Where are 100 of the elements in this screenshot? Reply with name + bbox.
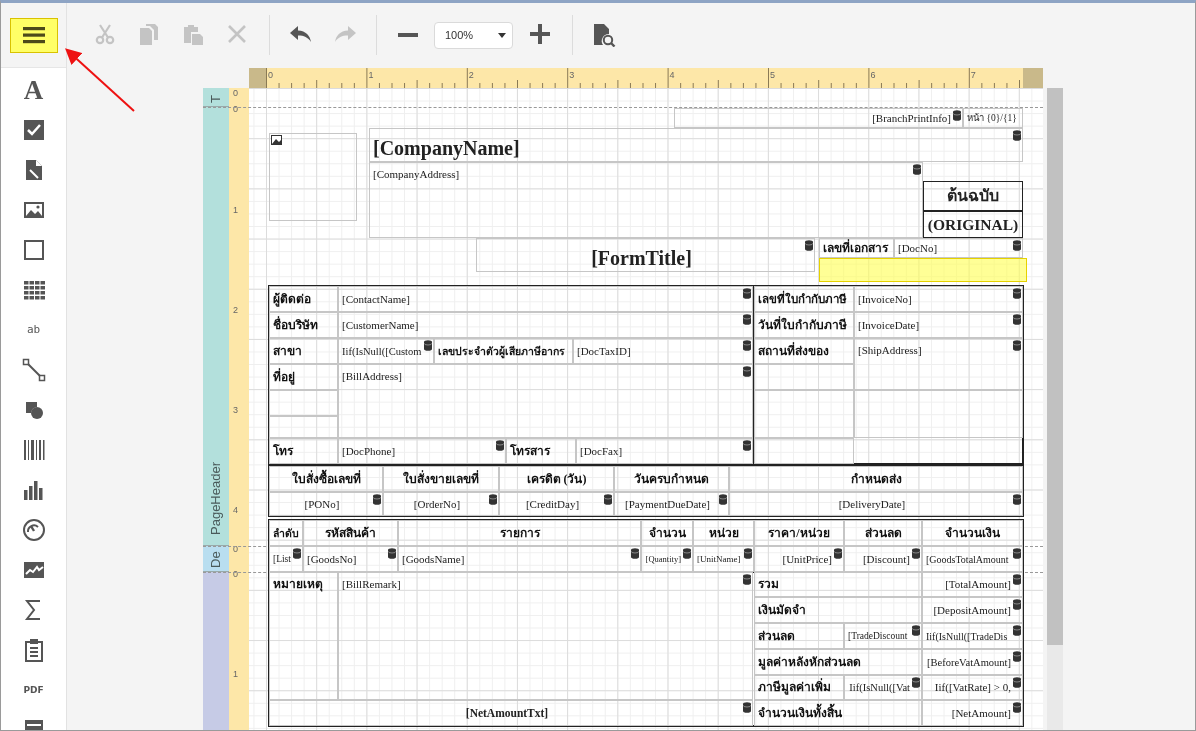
menu-button[interactable]	[9, 17, 58, 53]
square-icon	[21, 238, 46, 262]
label-cell: รหัสสินค้า	[303, 520, 398, 546]
field-cell: [Discount]	[844, 546, 922, 572]
band-label: T	[207, 95, 224, 103]
band-label: De	[207, 551, 224, 568]
zoom-dropdown[interactable]: 100%	[434, 21, 513, 49]
field-cell: [CustomerName]	[338, 312, 753, 338]
ruler-number: 3	[569, 70, 576, 81]
label-cell: ส่วนลด	[844, 520, 922, 546]
ruler-number: 6	[870, 70, 877, 81]
field-cell: [Quantity]	[641, 546, 693, 572]
field-cell: [CompanyAddress]	[369, 162, 923, 238]
label-cell: ชื่อบริษัท	[269, 312, 338, 338]
label-cell: เลขที่ใบกำกับภาษี	[754, 286, 854, 312]
field-cell: [InvoiceNo]	[854, 286, 1023, 312]
field-cell: [List	[269, 546, 303, 572]
label-cell: สถานที่ส่งของ	[754, 338, 854, 364]
ruler-number: 4	[669, 70, 676, 81]
line-icon	[21, 358, 46, 382]
label-cell: ต้นฉบับ	[923, 181, 1023, 211]
label-cell: จำนวนเงินทั้งสิ้น	[754, 700, 922, 726]
label-cell: ใบสั่งขายเลขที่	[383, 466, 499, 492]
field-cell: [DocFax]	[576, 438, 753, 464]
ruler-number: 5	[770, 70, 776, 81]
field-cell: [GoodsNo]	[303, 546, 398, 572]
label-tool-button[interactable]: ab	[19, 318, 48, 342]
field-cell: [DocTaxID]	[573, 338, 753, 364]
field-cell: [ShipAddress]	[854, 338, 1023, 390]
label-cell: หน่วย	[693, 520, 754, 546]
plus-icon	[529, 23, 553, 47]
field-cell: [BillRemark]	[338, 572, 753, 700]
field-cell: Iif([VatRate] > 0,	[922, 675, 1023, 700]
menu-icon	[22, 26, 45, 44]
label-cell: เลขประจำตัวผู้เสียภาษีอากร	[434, 338, 573, 364]
empty-cell	[269, 416, 338, 438]
label-cell: เลขที่เอกสาร	[819, 238, 894, 258]
label-cell: เงินมัดจำ	[754, 597, 922, 623]
barcode-icon	[21, 438, 46, 462]
field-cell: [UnitPrice]	[754, 546, 844, 572]
label-cell: รวม	[754, 572, 922, 597]
label-cell: จำนวน	[641, 520, 693, 546]
ruler-number: 2	[468, 70, 475, 81]
label-cell: โทรสาร	[506, 438, 576, 464]
ruler-number: 0	[233, 104, 239, 114]
field-cell: [BranchPrintInfo]	[674, 108, 963, 128]
label-cell: รายการ	[398, 520, 641, 546]
table-icon	[21, 278, 46, 302]
field-cell: [DeliveryDate]	[729, 492, 1023, 516]
field-cell: [GoodsName]	[398, 546, 641, 572]
ruler-number: 4	[233, 505, 239, 515]
label-cell: วันที่ใบกำกับภาษี	[754, 312, 854, 338]
label-cell: มูลค่าหลังหักส่วนลด	[754, 649, 922, 675]
caret-icon	[498, 32, 506, 38]
label-cell: เครดิต (วัน)	[499, 466, 614, 492]
field-cell: [CompanyName]	[369, 128, 1023, 162]
label-cell: (ORIGINAL)	[923, 211, 1023, 238]
label-cell: สาขา	[269, 338, 338, 364]
ruler-margin	[1023, 68, 1043, 88]
field-cell: [CreditDay]	[499, 492, 614, 516]
text-tool-button[interactable]: A	[19, 78, 48, 102]
ruler-margin	[249, 68, 266, 88]
field-cell: [TradeDiscount	[844, 623, 922, 649]
field-cell: [OrderNo]	[383, 492, 499, 516]
label-cell: ลำดับ	[269, 520, 303, 546]
ruler-number: 3	[233, 405, 239, 415]
field-cell: [TotalAmount]	[922, 572, 1023, 597]
field-cell: [BeforeVatAmount]	[922, 649, 1023, 675]
field-cell: [ContactName]	[338, 286, 753, 312]
label-cell: หมายเหตุ	[269, 572, 338, 700]
field-cell: หน้า {0}/{1}	[963, 108, 1023, 128]
ruler-number: 0	[233, 88, 239, 98]
label-cell: ราคา/หน่วย	[754, 520, 844, 546]
preview-icon	[592, 23, 616, 47]
field-cell: [NetAmount]	[922, 700, 1023, 726]
pdf-tool-button[interactable]: PDF	[19, 678, 48, 702]
field-cell: [PaymentDueDate]	[614, 492, 729, 516]
image-icon	[271, 135, 282, 145]
label-cell: ส่วนลด	[754, 623, 844, 649]
label-cell: ผู้ติดต่อ	[269, 286, 338, 312]
field-cell: [NetAmountTxt]	[269, 700, 753, 726]
field-cell: Iif(IsNull([Custom	[338, 338, 434, 364]
label-cell: ที่อยู่	[269, 364, 338, 390]
field-cell: Iif(IsNull([TradeDis	[922, 623, 1023, 649]
paste-icon	[182, 23, 206, 47]
bar-chart-icon	[21, 478, 46, 502]
ruler-number: 1	[233, 205, 239, 215]
gauge-icon	[21, 518, 46, 542]
scrollbar-thumb[interactable]	[1047, 88, 1063, 645]
checkbox-icon	[21, 118, 46, 142]
ruler-number: 0	[268, 70, 274, 81]
field-cell: [DocNo]	[894, 238, 1023, 258]
field-cell: [DepositAmount]	[922, 597, 1023, 623]
label-cell: กำหนดส่ง	[729, 466, 1023, 492]
band-label: PageHeader	[207, 462, 224, 535]
field-cell: [GoodsTotalAmount	[922, 546, 1023, 572]
label-cell: จำนวนเงิน	[922, 520, 1023, 546]
field-cell: [BillAddress]	[338, 364, 753, 438]
ruler-number: 0	[233, 569, 239, 579]
field-cell: Iif(IsNull([Vat	[844, 675, 922, 700]
